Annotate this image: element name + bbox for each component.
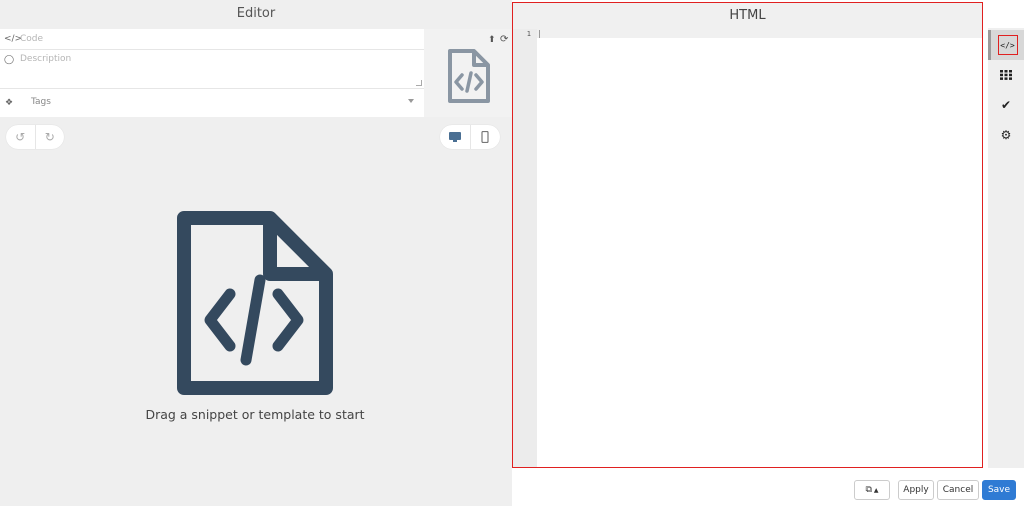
description-input[interactable] <box>20 54 420 86</box>
grid-icon <box>1000 70 1012 80</box>
mobile-icon[interactable] <box>469 125 501 149</box>
code-row: </> <box>0 29 424 50</box>
copy-icon: ⧉ <box>865 485 872 495</box>
undo-redo-group: ↺ ↻ <box>6 125 64 149</box>
sidebar-item-settings[interactable]: ⚙ <box>988 120 1024 150</box>
tags-select[interactable]: ❖ Tags <box>0 89 424 117</box>
check-icon: ✔ <box>1000 98 1012 112</box>
active-line <box>537 29 982 38</box>
gear-icon: ⚙ <box>1000 128 1012 142</box>
redo-icon[interactable]: ↻ <box>34 125 65 149</box>
snippet-meta-form: </> ◯ ❖ Tags <box>0 29 424 117</box>
drag-hint: Drag a snippet or template to start <box>145 407 365 422</box>
chevron-down-icon[interactable] <box>408 99 414 103</box>
html-pane-title: HTML <box>729 8 766 23</box>
resize-grip[interactable] <box>416 80 422 86</box>
footer-actions: ⧉ ▲ Apply Cancel Save <box>512 468 1024 506</box>
apply-button[interactable]: Apply <box>898 480 934 500</box>
sidebar-item-html[interactable]: </> <box>988 30 1024 60</box>
tags-icon: ❖ <box>5 98 14 108</box>
device-toggle-group <box>440 125 500 149</box>
line-gutter: 1 <box>513 29 537 467</box>
editor-title: Editor <box>236 6 276 21</box>
file-code-icon <box>448 49 490 103</box>
upload-icon[interactable]: ⬆ <box>488 35 496 45</box>
html-code-editor[interactable] <box>537 29 982 467</box>
cancel-button[interactable]: Cancel <box>937 480 979 500</box>
right-sidebar: </> ✔ ⚙ <box>988 28 1024 468</box>
snippet-thumbnail: ⬆ ⟳ <box>424 29 512 117</box>
save-button[interactable]: Save <box>982 480 1016 500</box>
tags-label: Tags <box>31 97 51 107</box>
description-row: ◯ <box>0 50 424 89</box>
editor-pane: Editor </> ◯ ❖ Tags ⬆ ⟳ ↺ ↻ <box>0 0 512 506</box>
copy-dropdown-button[interactable]: ⧉ ▲ <box>854 480 890 500</box>
refresh-icon[interactable]: ⟳ <box>500 34 508 45</box>
sidebar-item-snippets[interactable] <box>988 60 1024 90</box>
sidebar-item-validate[interactable]: ✔ <box>988 90 1024 120</box>
line-number: 1 <box>526 30 531 38</box>
desktop-icon[interactable] <box>440 125 470 149</box>
code-input[interactable] <box>20 32 410 46</box>
html-code-pane: HTML 1 <box>512 2 983 468</box>
undo-icon[interactable]: ↺ <box>6 125 35 149</box>
text-cursor <box>539 30 540 38</box>
comment-icon: ◯ <box>4 55 15 65</box>
code-icon: </> <box>997 35 1018 55</box>
file-code-icon <box>177 211 333 395</box>
caret-up-icon: ▲ <box>873 486 879 494</box>
